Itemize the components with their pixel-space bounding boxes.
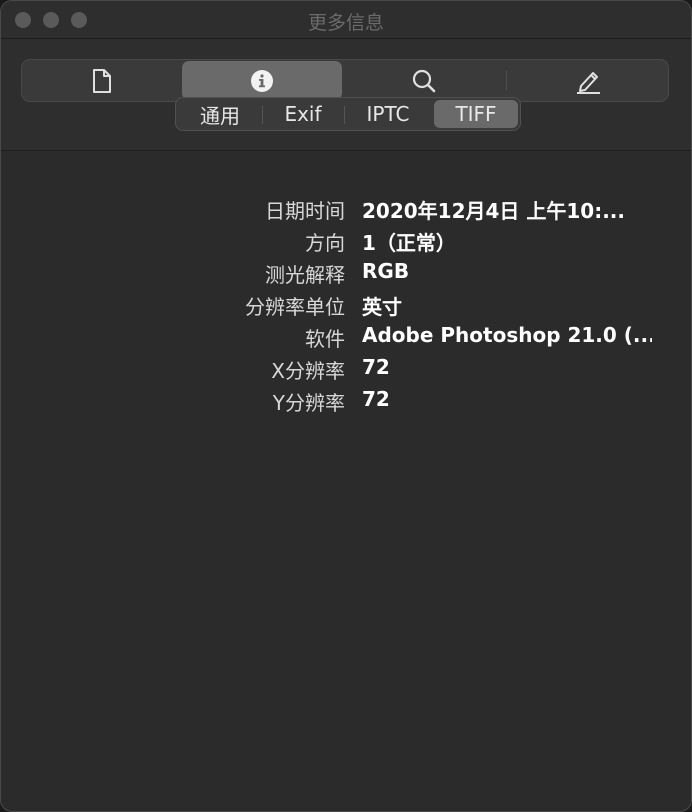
info-value: 72 [362, 387, 390, 411]
info-row-y-resolution: Y分辨率 72 [1, 387, 691, 415]
info-value: 72 [362, 355, 390, 379]
toolbar [21, 59, 669, 102]
info-label: 方向 [305, 231, 345, 255]
info-row-x-resolution: X分辨率 72 [1, 355, 691, 383]
toolbar-edit-button[interactable] [508, 60, 668, 101]
info-label: X分辨率 [271, 359, 345, 383]
toolbar-separator [506, 71, 507, 90]
document-icon [91, 68, 113, 94]
tab-separator [344, 106, 345, 124]
titlebar: 更多信息 [1, 1, 691, 39]
info-row-resolution-unit: 分辨率单位 英寸 [1, 291, 691, 319]
info-row-orientation: 方向 1（正常） [1, 227, 691, 255]
info-label: 日期时间 [265, 199, 345, 223]
tab-tiff[interactable]: TIFF [434, 100, 518, 128]
pencil-icon [574, 68, 602, 94]
info-row-software: 软件 Adobe Photoshop 21.0 (... [1, 323, 691, 351]
info-label: 测光解释 [265, 263, 345, 287]
tab-general[interactable]: 通用 [180, 100, 260, 128]
toolbar-info-button[interactable] [182, 61, 342, 100]
info-value: Adobe Photoshop 21.0 (... [362, 323, 652, 347]
info-value: 英寸 [362, 295, 402, 319]
info-value: RGB [362, 259, 410, 283]
info-value: 2020年12月4日 上午10:... [362, 199, 625, 223]
search-icon [411, 68, 437, 94]
window-title: 更多信息 [307, 12, 384, 34]
info-row-datetime: 日期时间 2020年12月4日 上午10:... [1, 195, 691, 223]
toolbar-area [1, 39, 691, 151]
info-label: 软件 [305, 327, 345, 351]
info-icon [250, 69, 274, 93]
tab-separator [262, 106, 263, 124]
info-label: 分辨率单位 [245, 295, 345, 319]
tab-iptc[interactable]: IPTC [346, 100, 430, 128]
tab-exif[interactable]: Exif [264, 100, 342, 128]
info-value: 1（正常） [362, 231, 456, 255]
inspector-tabs: 通用 Exif IPTC TIFF [175, 97, 521, 131]
window: 更多信息 通用 Exif IPTC TIFF 日期时间 2020年12月4日 上… [0, 0, 692, 812]
toolbar-document-button[interactable] [22, 60, 182, 101]
info-label: Y分辨率 [272, 391, 345, 415]
toolbar-search-button[interactable] [344, 60, 504, 101]
info-row-photometric: 测光解释 RGB [1, 259, 691, 287]
